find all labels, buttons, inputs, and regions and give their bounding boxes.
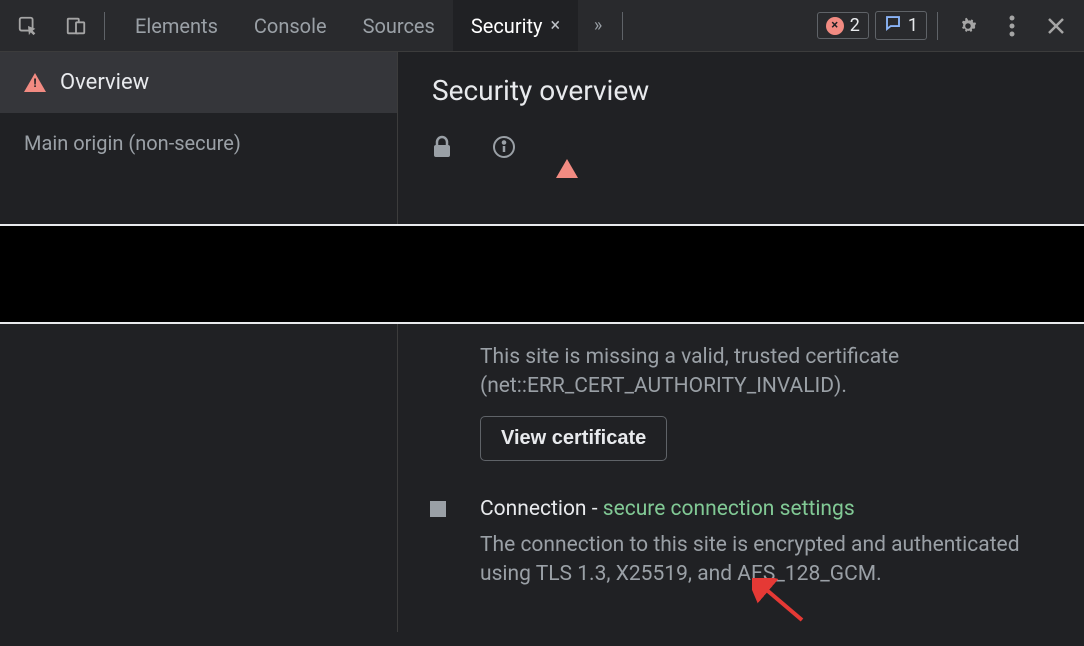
kebab-menu-icon[interactable]: [994, 0, 1030, 52]
tab-security[interactable]: Security ×: [453, 0, 578, 51]
main-panel: Overview Main origin (non-secure) Securi…: [0, 52, 1084, 632]
errors-badge[interactable]: × 2: [817, 12, 869, 39]
redaction-band: [0, 224, 1084, 324]
sidebar-item-label: Overview: [60, 70, 149, 95]
divider: [622, 12, 623, 40]
certificate-error-text: This site is missing a valid, trusted ce…: [480, 343, 1050, 402]
divider: [937, 12, 938, 40]
connection-section: Connection - secure connection settings …: [480, 497, 1050, 590]
more-tabs-button[interactable]: »: [578, 0, 618, 51]
device-toolbar-icon[interactable]: [52, 0, 100, 52]
tab-label: Elements: [135, 14, 218, 38]
sidebar-header-label: Main origin (non-secure): [24, 131, 241, 155]
status-icon-row: [398, 119, 1084, 177]
error-icon: ×: [826, 17, 844, 35]
tab-strip: Elements Console Sources Security × »: [117, 0, 618, 51]
close-devtools-icon[interactable]: [1036, 0, 1076, 52]
tab-label: Console: [254, 14, 327, 38]
inspect-element-icon[interactable]: [4, 0, 52, 52]
view-certificate-button[interactable]: View certificate: [480, 416, 667, 461]
lock-icon: [432, 135, 452, 163]
warning-icon: [556, 140, 578, 159]
security-content: Security overview This site is missing a…: [398, 52, 1084, 632]
tab-label: Security: [471, 14, 543, 38]
bullet-icon: [430, 501, 446, 517]
content-header: Security overview: [398, 52, 1084, 119]
connection-detail-text: The connection to this site is encrypted…: [480, 531, 1050, 590]
messages-badge[interactable]: 1: [875, 11, 927, 40]
connection-heading: Connection - secure connection settings: [480, 497, 1050, 521]
info-icon: [492, 135, 516, 163]
connection-label: Connection -: [480, 497, 603, 521]
tab-sources[interactable]: Sources: [345, 0, 453, 51]
warning-icon: [24, 73, 46, 92]
settings-icon[interactable]: [948, 0, 988, 52]
sidebar-header-main-origin: Main origin (non-secure): [0, 113, 397, 173]
security-sidebar: Overview Main origin (non-secure): [0, 52, 398, 632]
tab-label: Sources: [363, 14, 435, 38]
close-icon[interactable]: ×: [550, 15, 560, 36]
message-icon: [884, 14, 902, 37]
message-count: 1: [908, 15, 918, 36]
tab-elements[interactable]: Elements: [117, 0, 236, 51]
certificate-section: This site is missing a valid, trusted ce…: [480, 343, 1050, 461]
devtools-tab-bar: Elements Console Sources Security × » × …: [0, 0, 1084, 52]
sidebar-item-overview[interactable]: Overview: [0, 52, 397, 113]
connection-status: secure connection settings: [603, 497, 855, 521]
error-count: 2: [850, 15, 860, 36]
tab-console[interactable]: Console: [236, 0, 345, 51]
page-title: Security overview: [432, 74, 1050, 107]
security-details: This site is missing a valid, trusted ce…: [398, 343, 1084, 646]
divider: [104, 12, 105, 40]
toolbar-right: × 2 1: [817, 0, 1080, 52]
